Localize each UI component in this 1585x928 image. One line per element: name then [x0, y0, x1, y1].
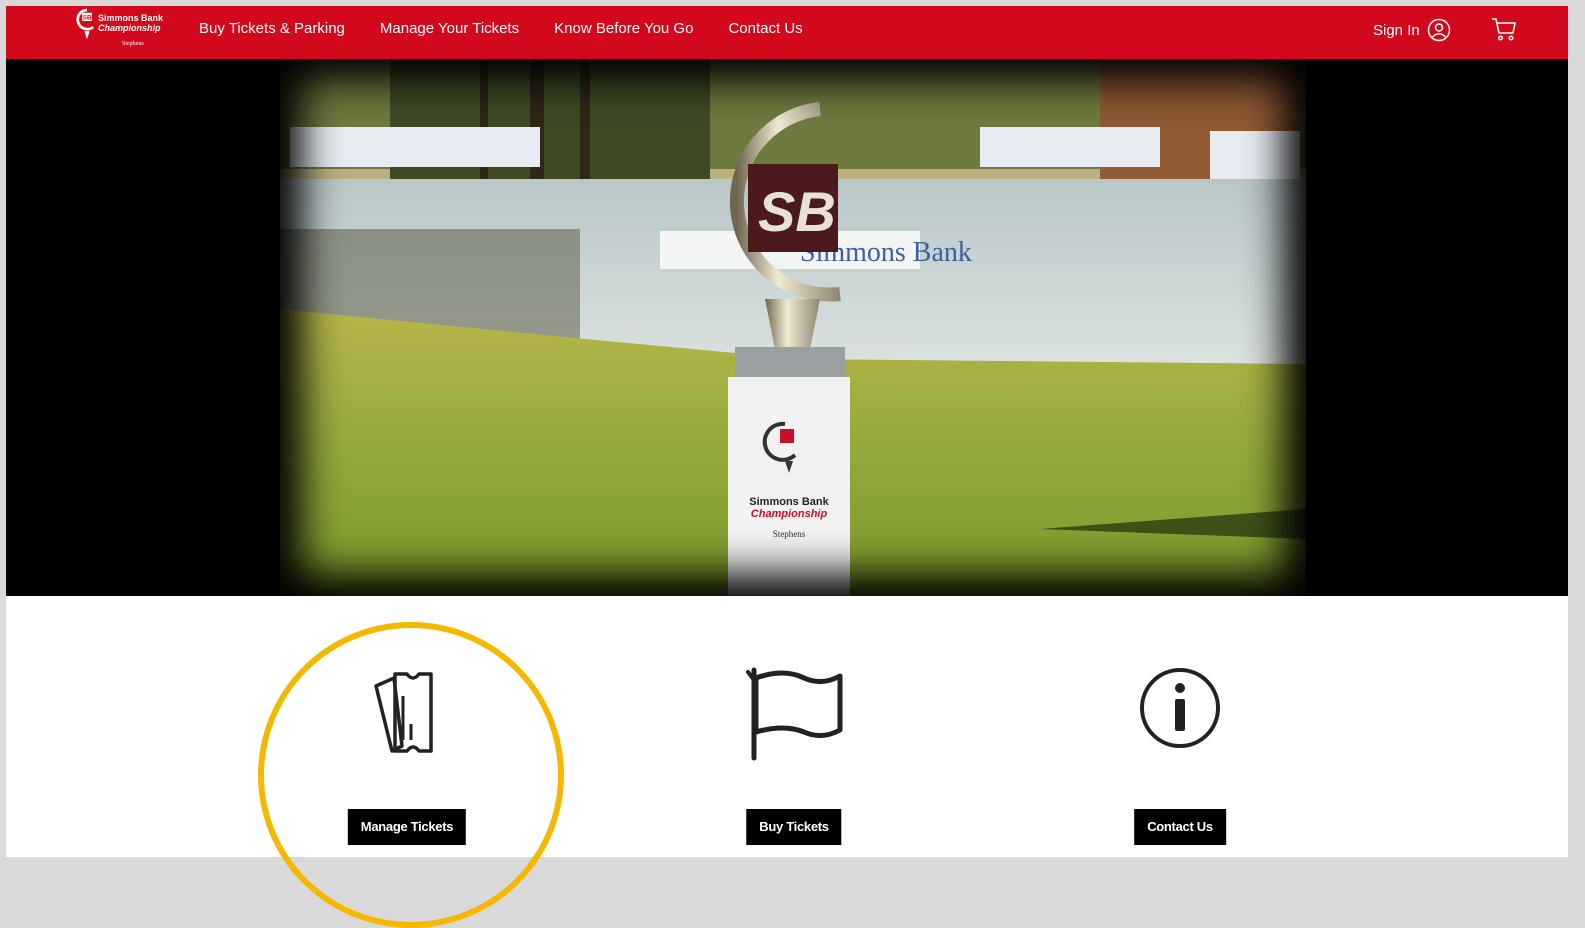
sign-in-label: Sign In — [1373, 21, 1420, 39]
card-buy-tickets: Buy Tickets — [684, 596, 904, 857]
main-nav: Buy Tickets & Parking Manage Your Ticket… — [199, 6, 838, 50]
info-icon — [1140, 668, 1220, 748]
card-contact-us: Contact Us — [1070, 596, 1290, 857]
svg-text:SB: SB — [758, 180, 836, 243]
hero-image: Simmons Bank SB Simmons Bank Championshi… — [280, 59, 1306, 596]
pedestal-line-1: Simmons Bank — [749, 496, 829, 508]
top-navigation-bar: SB Simmons Bank Championship Stephens Bu… — [6, 6, 1568, 59]
logo-line-3: Stephens — [122, 41, 144, 47]
svg-text:SB: SB — [83, 15, 92, 22]
nav-buy-tickets-parking[interactable]: Buy Tickets & Parking — [199, 20, 345, 37]
nav-contact-us[interactable]: Contact Us — [728, 20, 802, 37]
cart-icon[interactable] — [1490, 15, 1518, 43]
page-frame: SB Simmons Bank Championship Stephens Bu… — [6, 6, 1568, 857]
buy-tickets-button[interactable]: Buy Tickets — [746, 809, 842, 845]
ticket-icon — [374, 672, 433, 753]
contact-us-button[interactable]: Contact Us — [1134, 809, 1226, 845]
logo-line-2: Championship — [98, 23, 161, 33]
nav-know-before-you-go[interactable]: Know Before You Go — [554, 20, 693, 37]
pedestal-line-2: Championship — [751, 508, 828, 520]
card-manage-tickets: Manage Tickets — [297, 596, 517, 857]
site-logo[interactable]: SB Simmons Bank Championship Stephens — [64, 6, 174, 59]
manage-tickets-button[interactable]: Manage Tickets — [347, 809, 467, 845]
sign-in-link[interactable]: Sign In — [1373, 18, 1451, 42]
trophy-photo: Simmons Bank SB Simmons Bank Championshi… — [280, 59, 1306, 596]
logo-line-1: Simmons Bank — [98, 13, 164, 23]
nav-manage-your-tickets[interactable]: Manage Your Tickets — [380, 20, 519, 37]
pedestal-line-3: Stephens — [773, 529, 806, 539]
flag-icon — [746, 667, 843, 761]
hero-banner: Simmons Bank SB Simmons Bank Championshi… — [6, 59, 1568, 596]
quick-links: Manage Tickets Buy Tickets Contact Us — [6, 596, 1568, 857]
user-circle-icon — [1427, 18, 1450, 42]
